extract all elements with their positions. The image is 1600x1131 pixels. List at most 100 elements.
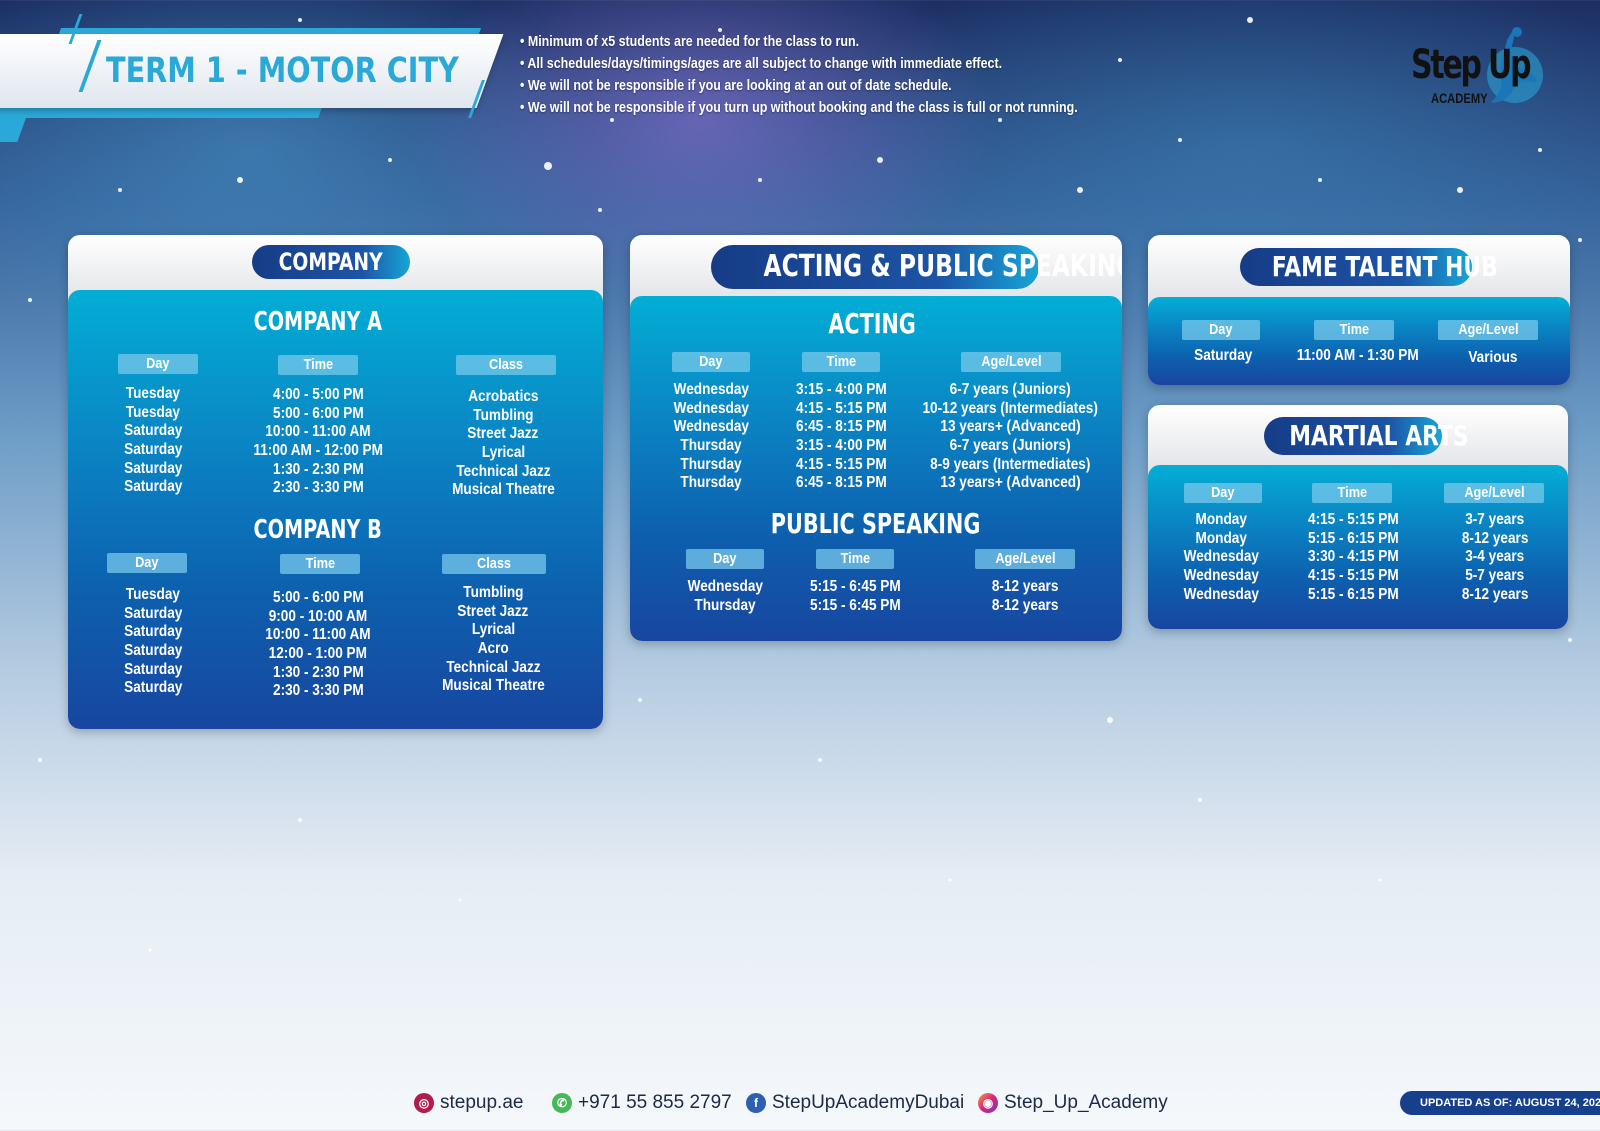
table-cell: 5:00 - 6:00 PM <box>272 404 364 422</box>
table-cell: Wednesday <box>673 399 749 417</box>
table-cell: Saturday <box>123 642 183 660</box>
table-cell: Thursday <box>694 596 756 614</box>
table-cell: Technical Jazz <box>445 658 541 676</box>
table-cell: Street Jazz <box>457 602 529 620</box>
table-cell: Saturday <box>1193 347 1253 364</box>
footer-instagram-label: Step_Up_Academy <box>1004 1092 1168 1113</box>
public-speaking-times: 5:15 - 6:45 PM 5:15 - 6:45 PM <box>790 578 920 615</box>
table-cell: 4:15 - 5:15 PM <box>795 455 887 473</box>
table-cell: Thursday <box>680 455 742 473</box>
table-cell: 5:15 - 6:45 PM <box>809 578 901 595</box>
table-cell: 3-4 years <box>1465 548 1525 566</box>
company-a-classes: Acrobatics Tumbling Street Jazz Lyrical … <box>428 388 578 500</box>
table-cell: Lyrical <box>471 621 515 639</box>
table-cell: 8-12 years <box>1461 529 1529 547</box>
table-cell: 2:30 - 3:30 PM <box>272 682 364 700</box>
table-cell: 6-7 years (Juniors) <box>949 437 1071 455</box>
table-cell: 8-12 years <box>991 596 1059 614</box>
company-b-days: Tuesday Saturday Saturday Saturday Satur… <box>98 586 208 698</box>
instagram-icon: ◉ <box>978 1092 998 1113</box>
page-title: TERM 1 - MOTOR CITY <box>106 51 459 91</box>
martial-days: Monday Monday Wednesday Wednesday Wednes… <box>1166 511 1276 604</box>
acting-public-speaking-title: ACTING & PUBLIC SPEAKING <box>711 245 1122 289</box>
table-cell: Saturday <box>123 679 183 697</box>
acting-days: Wednesday Wednesday Wednesday Thursday T… <box>656 381 766 493</box>
company-card: COMPANY COMPANY A Day Time Class Tuesday… <box>68 235 603 729</box>
footer-website-label: stepup.ae <box>440 1092 524 1113</box>
table-cell: 3:15 - 4:00 PM <box>795 381 887 398</box>
facebook-icon: f <box>746 1092 766 1113</box>
martial-times: 4:15 - 5:15 PM 5:15 - 6:15 PM 3:30 - 4:1… <box>1288 511 1418 604</box>
table-cell: Monday <box>1195 511 1247 528</box>
table-cell: 10:00 - 11:00 AM <box>265 626 371 644</box>
table-cell: Lyrical <box>481 444 525 462</box>
table-cell: Wednesday <box>673 381 749 398</box>
table-cell: 5:15 - 6:15 PM <box>1307 529 1399 547</box>
acting-title: ACTING <box>828 307 916 340</box>
martial-arts-title: MARTIAL ARTS <box>1264 417 1469 455</box>
table-cell: 1:30 - 2:30 PM <box>272 460 364 478</box>
table-cell: Tumbling <box>462 584 524 601</box>
table-cell: Wednesday <box>1183 548 1259 566</box>
table-cell: 11:00 AM - 1:30 PM <box>1297 347 1419 364</box>
col-header-day: Day <box>1184 483 1262 503</box>
table-cell: Tuesday <box>125 586 181 603</box>
note-item: • We will not be responsible if you turn… <box>520 100 1078 116</box>
table-cell: Acrobatics <box>467 388 539 405</box>
company-title: COMPANY <box>252 245 410 279</box>
table-cell: 4:00 - 5:00 PM <box>272 386 364 403</box>
acting-ages: 6-7 years (Juniors) 10-12 years (Interme… <box>898 381 1122 493</box>
fame-talent-hub-title: FAME TALENT HUB <box>1240 248 1498 286</box>
whatsapp-icon: ✆ <box>552 1092 572 1113</box>
table-cell: 4:15 - 5:15 PM <box>795 399 887 417</box>
table-cell: 10:00 - 11:00 AM <box>265 423 371 441</box>
table-cell: 6-7 years (Juniors) <box>949 381 1071 398</box>
fame-talent-hub-card: FAME TALENT HUB Day Time Age/Level Satur… <box>1148 235 1570 385</box>
company-a-times: 4:00 - 5:00 PM 5:00 - 6:00 PM 10:00 - 11… <box>228 386 408 498</box>
table-cell: 6:45 - 8:15 PM <box>795 418 887 436</box>
fame-day: Saturday <box>1168 347 1278 366</box>
public-speaking-title: PUBLIC SPEAKING <box>771 507 981 540</box>
public-speaking-ages: 8-12 years 8-12 years <box>950 578 1100 615</box>
table-cell: 3:30 - 4:15 PM <box>1307 548 1399 566</box>
updated-badge: UPDATED AS OF: AUGUST 24, 2023 <box>1400 1091 1600 1115</box>
table-cell: 11:00 AM - 12:00 PM <box>253 442 383 460</box>
col-header-class: Class <box>442 554 546 574</box>
note-item: • All schedules/days/timings/ages are al… <box>520 56 1003 72</box>
footer-instagram[interactable]: ◉ Step_Up_Academy <box>978 1090 1168 1116</box>
col-header-day: Day <box>107 553 187 573</box>
public-speaking-days: Wednesday Thursday <box>670 578 780 615</box>
table-cell: Saturday <box>123 441 183 459</box>
table-cell: Saturday <box>123 623 183 641</box>
company-b-times: 5:00 - 6:00 PM 9:00 - 10:00 AM 10:00 - 1… <box>228 589 408 701</box>
table-cell: Technical Jazz <box>455 462 551 480</box>
table-cell: 12:00 - 1:00 PM <box>268 645 368 663</box>
acting-public-speaking-card: ACTING & PUBLIC SPEAKING ACTING Day Time… <box>630 235 1122 641</box>
table-cell: Thursday <box>680 437 742 455</box>
logo-wordmark: Step Up <box>1411 42 1532 88</box>
globe-icon: ◎ <box>414 1092 434 1113</box>
table-cell: Wednesday <box>1183 567 1259 585</box>
table-cell: Saturday <box>123 660 183 678</box>
col-header-time: Time <box>802 352 880 372</box>
table-cell: Saturday <box>123 459 183 477</box>
table-cell: 5:15 - 6:15 PM <box>1307 585 1399 603</box>
table-cell: Wednesday <box>1183 585 1259 603</box>
table-cell: Thursday <box>680 474 742 492</box>
company-b-title: COMPANY B <box>253 515 383 545</box>
table-cell: 2:30 - 3:30 PM <box>272 479 364 497</box>
table-cell: Wednesday <box>687 578 763 595</box>
table-cell: 9:00 - 10:00 AM <box>268 607 368 625</box>
table-cell: Wednesday <box>673 418 749 436</box>
table-cell: Musical Theatre <box>451 481 555 499</box>
footer-phone[interactable]: ✆ +971 55 855 2797 <box>552 1090 732 1116</box>
table-cell: Saturday <box>123 422 183 440</box>
logo-subtitle: ACADEMY <box>1431 90 1488 106</box>
col-header-age: Age/Level <box>961 352 1061 372</box>
table-cell: 4:15 - 5:15 PM <box>1307 567 1399 585</box>
col-header-day: Day <box>672 352 750 372</box>
footer-website[interactable]: ◎ stepup.ae <box>414 1090 523 1116</box>
footer-facebook[interactable]: f StepUpAcademyDubai <box>746 1090 964 1116</box>
table-cell: 4:15 - 5:15 PM <box>1307 511 1399 528</box>
col-header-day: Day <box>118 354 198 374</box>
